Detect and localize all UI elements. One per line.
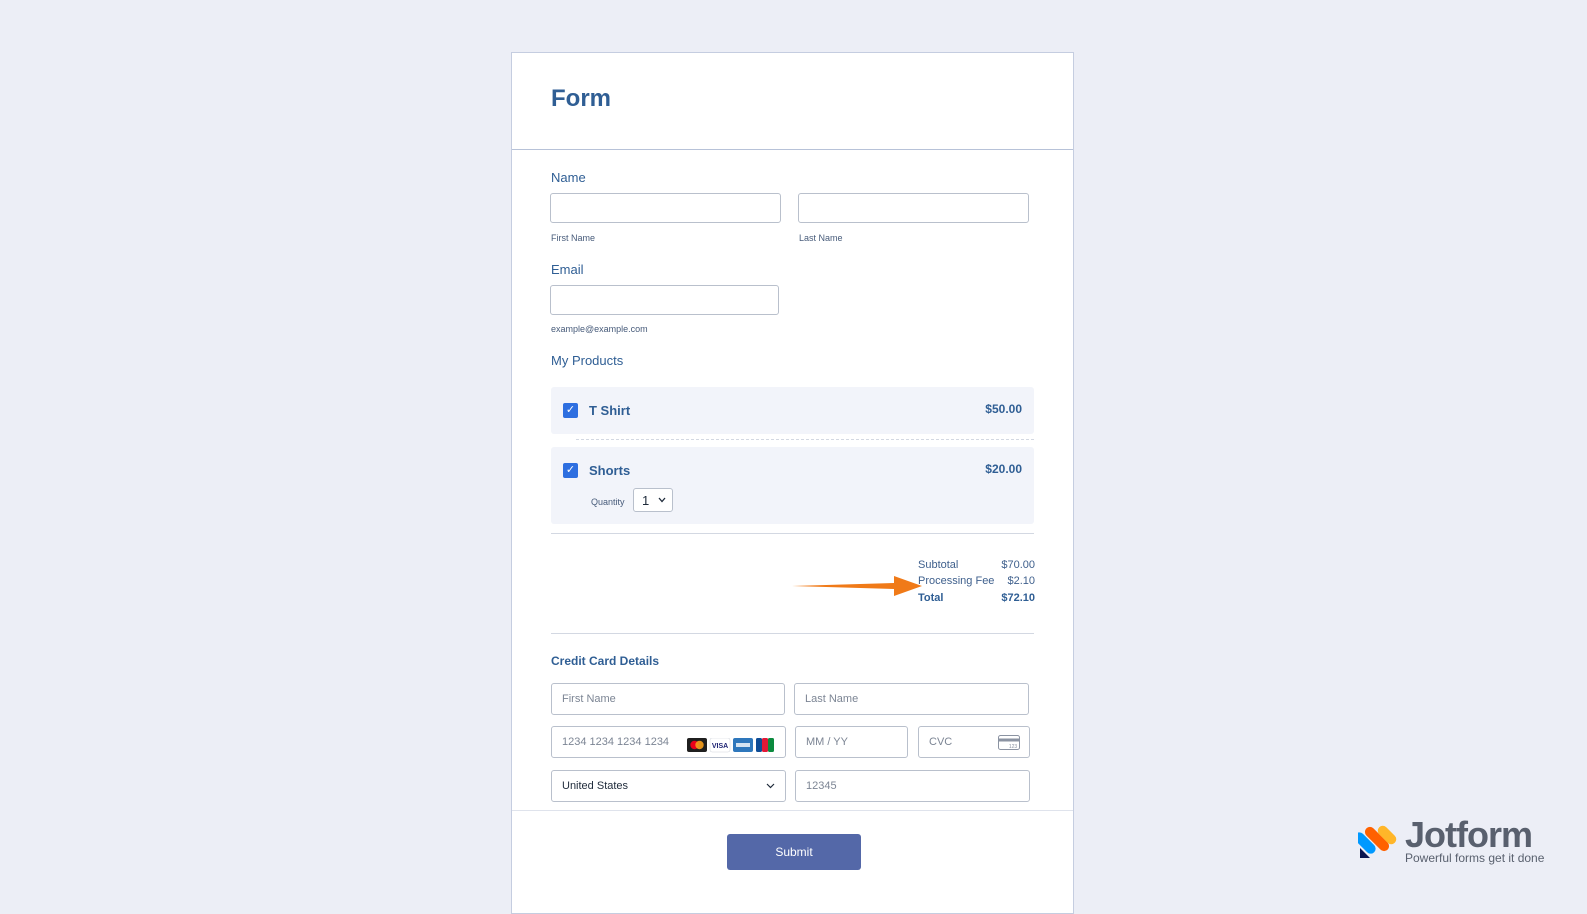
form-header: Form: [512, 53, 1073, 150]
email-input[interactable]: [550, 285, 779, 315]
processing-fee-label: Processing Fee: [918, 575, 995, 587]
cvc-input[interactable]: CVC 123: [918, 726, 1030, 758]
tshirt-checkbox[interactable]: ✓: [563, 403, 578, 418]
email-sublabel: example@example.com: [551, 324, 648, 334]
postal-code-input[interactable]: 12345: [795, 770, 1030, 802]
cc-last-name-input[interactable]: Last Name: [794, 683, 1029, 715]
card-number-input[interactable]: 1234 1234 1234 1234 VISA: [551, 726, 786, 758]
expiry-input[interactable]: MM / YY: [795, 726, 908, 758]
tshirt-name: T Shirt: [589, 403, 631, 418]
jotform-logo-icon: [1358, 825, 1397, 858]
last-name-input[interactable]: [798, 193, 1029, 223]
shorts-checkbox[interactable]: ✓: [563, 463, 578, 478]
annotation-arrow-icon: [792, 576, 922, 596]
card-brand-icons: VISA: [687, 735, 775, 753]
processing-fee-value: $2.10: [1007, 575, 1035, 587]
quantity-select[interactable]: 1: [633, 488, 673, 512]
product-divider: [576, 439, 1034, 440]
total-value: $72.10: [1001, 592, 1035, 604]
card-number-placeholder: 1234 1234 1234 1234: [562, 736, 670, 748]
credit-card-title: Credit Card Details: [551, 654, 660, 668]
subtotal-label: Subtotal: [918, 559, 959, 571]
cvc-placeholder: CVC: [929, 736, 953, 748]
summary-divider: [551, 633, 1034, 634]
subtotal-value: $70.00: [1001, 559, 1035, 571]
name-label: Name: [551, 170, 586, 185]
card-brands-icon: VISA: [687, 737, 774, 753]
chevron-down-icon: [766, 783, 775, 789]
footer-divider: [512, 810, 1073, 811]
tshirt-price: $50.00: [985, 402, 1022, 416]
products-bottom-divider: [551, 533, 1034, 534]
shorts-price: $20.00: [985, 462, 1022, 476]
svg-text:VISA: VISA: [712, 743, 728, 750]
first-name-sublabel: First Name: [551, 233, 596, 243]
form-title: Form: [551, 85, 611, 112]
email-label: Email: [551, 262, 584, 277]
country-select[interactable]: United States: [551, 770, 786, 802]
jotform-tagline: Powerful forms get it done: [1405, 851, 1545, 865]
cc-first-name-input[interactable]: First Name: [551, 683, 785, 715]
first-name-input[interactable]: [550, 193, 781, 223]
cvc-icon-digits: 123: [1009, 744, 1018, 750]
product-row-shorts: ✓ Shorts $20.00 Quantity 1: [551, 447, 1034, 524]
quantity-label: Quantity: [591, 497, 625, 507]
last-name-sublabel: Last Name: [799, 233, 843, 243]
products-label: My Products: [551, 353, 624, 368]
product-row-tshirt: ✓ T Shirt $50.00: [551, 387, 1034, 434]
quantity-value: 1: [642, 493, 650, 508]
form-card: Form Name First Name Last Name Email exa…: [511, 52, 1074, 914]
chevron-down-icon: [658, 497, 666, 503]
cvc-card-icon: 123: [998, 735, 1020, 750]
country-value: United States: [562, 780, 629, 792]
submit-button[interactable]: Submit: [727, 834, 861, 870]
jotform-brand-name: Jotform: [1405, 814, 1533, 855]
shorts-name: Shorts: [589, 463, 631, 478]
